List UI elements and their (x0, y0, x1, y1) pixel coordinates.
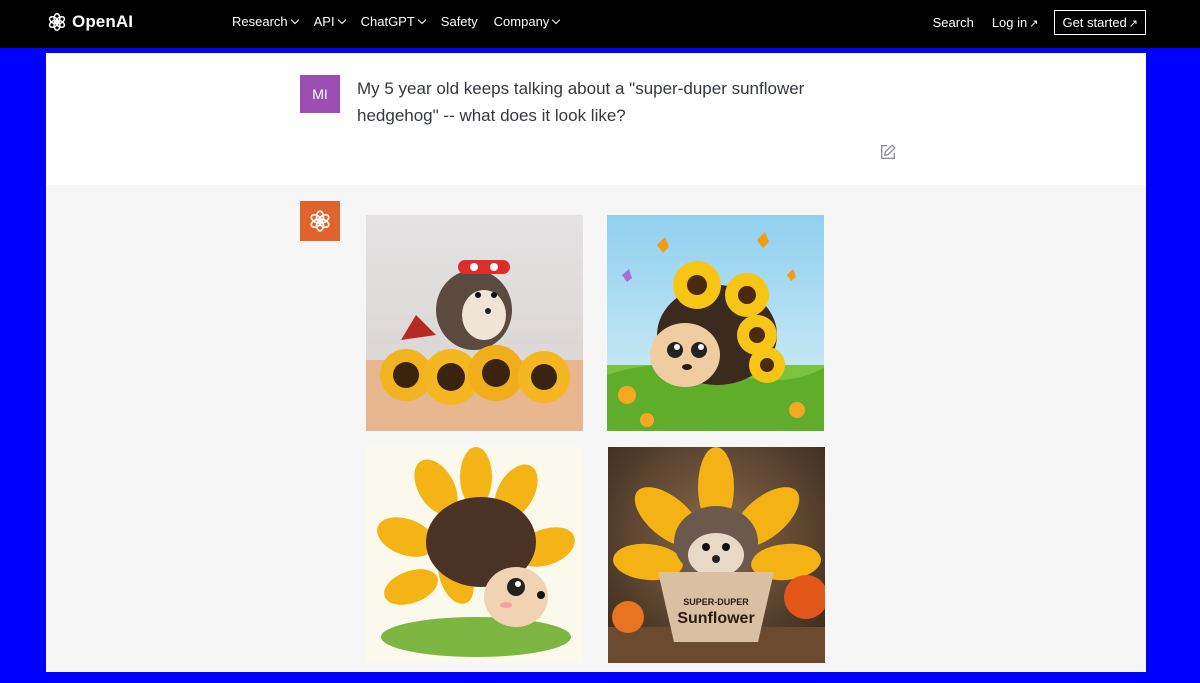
generated-image-1[interactable] (366, 215, 583, 431)
pot-text-line2: Sunflower (677, 610, 754, 627)
nav-api[interactable]: API (313, 14, 346, 29)
openai-logo[interactable]: OpenAI (46, 11, 133, 33)
get-started-label: Get started (1062, 15, 1127, 30)
top-navigation-bar: OpenAI Research API ChatGPT Safety Compa… (0, 0, 1200, 48)
cartoon-hedgehog-image (607, 215, 824, 431)
nav-research-label: Research (232, 14, 288, 29)
hedgehog-mask-image (366, 215, 583, 431)
arrow-up-right-icon: ↗ (1029, 18, 1039, 30)
nav-company-label: Company (493, 14, 550, 29)
search-link[interactable]: Search (933, 15, 974, 30)
login-label: Log in (991, 15, 1028, 30)
assistant-message-row: SUPER-DUPER Sunflower (46, 185, 1146, 672)
user-message-text: My 5 year old keeps talking about a "sup… (357, 79, 805, 125)
petal-hedgehog-image (366, 447, 583, 663)
chevron-down-icon (552, 15, 561, 25)
pot-hedgehog-image: SUPER-DUPER Sunflower (608, 447, 825, 663)
chat-panel: MI My 5 year old keeps talking about a "… (46, 53, 1146, 672)
assistant-avatar (300, 201, 340, 241)
nav-safety[interactable]: Safety (441, 14, 478, 29)
nav-api-label: API (313, 14, 335, 29)
generated-image-2[interactable] (607, 215, 824, 431)
edit-icon[interactable] (879, 143, 897, 161)
openai-logo-icon (48, 13, 66, 31)
pot-text-line1: SUPER-DUPER (683, 597, 749, 607)
openai-logo-icon (310, 210, 330, 232)
chevron-down-icon (290, 15, 299, 25)
nav-chatgpt-label: ChatGPT (360, 14, 415, 29)
main-nav: Research API ChatGPT Safety Company (232, 14, 575, 29)
user-message-row: MI My 5 year old keeps talking about a "… (46, 53, 1146, 185)
nav-research[interactable]: Research (232, 14, 299, 29)
nav-safety-label: Safety (440, 14, 478, 29)
nav-company[interactable]: Company (493, 14, 561, 29)
generated-image-4[interactable]: SUPER-DUPER Sunflower (608, 447, 825, 663)
brand-name: OpenAI (72, 12, 134, 31)
nav-chatgpt[interactable]: ChatGPT (360, 14, 427, 29)
arrow-up-right-icon: ↗ (1128, 18, 1138, 30)
chevron-down-icon (337, 15, 346, 25)
generated-image-3[interactable] (366, 447, 583, 663)
user-avatar: MI (300, 75, 340, 113)
get-started-button[interactable]: Get started ↗ (1054, 10, 1146, 35)
chevron-down-icon (417, 15, 427, 25)
right-nav: Search Log in ↗ Get started ↗ (915, 10, 1146, 35)
login-link[interactable]: Log in ↗ (992, 15, 1039, 30)
